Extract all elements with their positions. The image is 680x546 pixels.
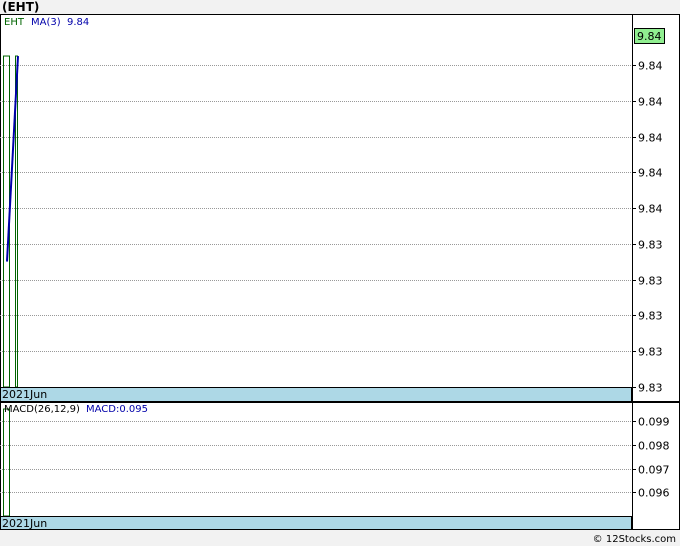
price-panel: 9.84 9.84 9.84 9.84 9.84 9.83 9.83 9.83 9.83 9.83…: [0, 14, 680, 402]
price-x-axis-band: [0, 387, 632, 402]
chart-title: (EHT): [2, 0, 40, 14]
price-y-tick-label: 9.83: [638, 239, 663, 252]
legend-ma-value: 9.84: [67, 17, 89, 28]
price-x-axis-label: 2021Jun: [2, 388, 47, 401]
footer-copyright: © 12Stocks.com: [592, 534, 676, 545]
macd-y-tick-label: 0.097: [638, 464, 670, 477]
price-y-tick-label: 9.83: [638, 275, 663, 288]
macd-x-axis-label: 2021Jun: [2, 517, 47, 530]
price-y-tick-label: 9.84: [638, 132, 663, 145]
legend-ma: MA(3): [31, 17, 61, 28]
price-chart: 9.84 9.84 9.84 9.84 9.84 9.83 9.83 9.83 9.83 9.83…: [0, 14, 680, 402]
macd-x-axis-band: [0, 516, 632, 530]
legend-eht: EHT: [4, 17, 25, 28]
ma-line: [6, 55, 19, 262]
macd-y-tick-label: 0.099: [638, 416, 670, 429]
price-y-tick-label: 9.83: [638, 382, 663, 395]
macd-legend-name: MACD(26,12,9): [4, 404, 80, 415]
price-y-tick-label: 9.83: [638, 346, 663, 359]
price-y-tick-label: 9.84: [638, 167, 663, 180]
price-y-tick-label: 9.84: [638, 203, 663, 216]
macd-chart: 0.099 0.098 0.097 0.096 MACD(26,12,9) MACD:0.…: [0, 402, 680, 530]
macd-y-tick-label: 0.096: [638, 487, 670, 500]
last-value-label: 9.84: [637, 30, 662, 43]
macd-legend-value: MACD:0.095: [86, 404, 148, 415]
macd-bar: [3, 408, 10, 517]
price-y-tick-label: 9.84: [638, 96, 663, 109]
macd-panel: 0.099 0.098 0.097 0.096 MACD(26,12,9) MACD:0.…: [0, 402, 680, 530]
macd-y-tick-label: 0.098: [638, 440, 670, 453]
price-y-tick-label: 9.84: [638, 60, 663, 73]
price-y-tick-label: 9.83: [638, 310, 663, 323]
